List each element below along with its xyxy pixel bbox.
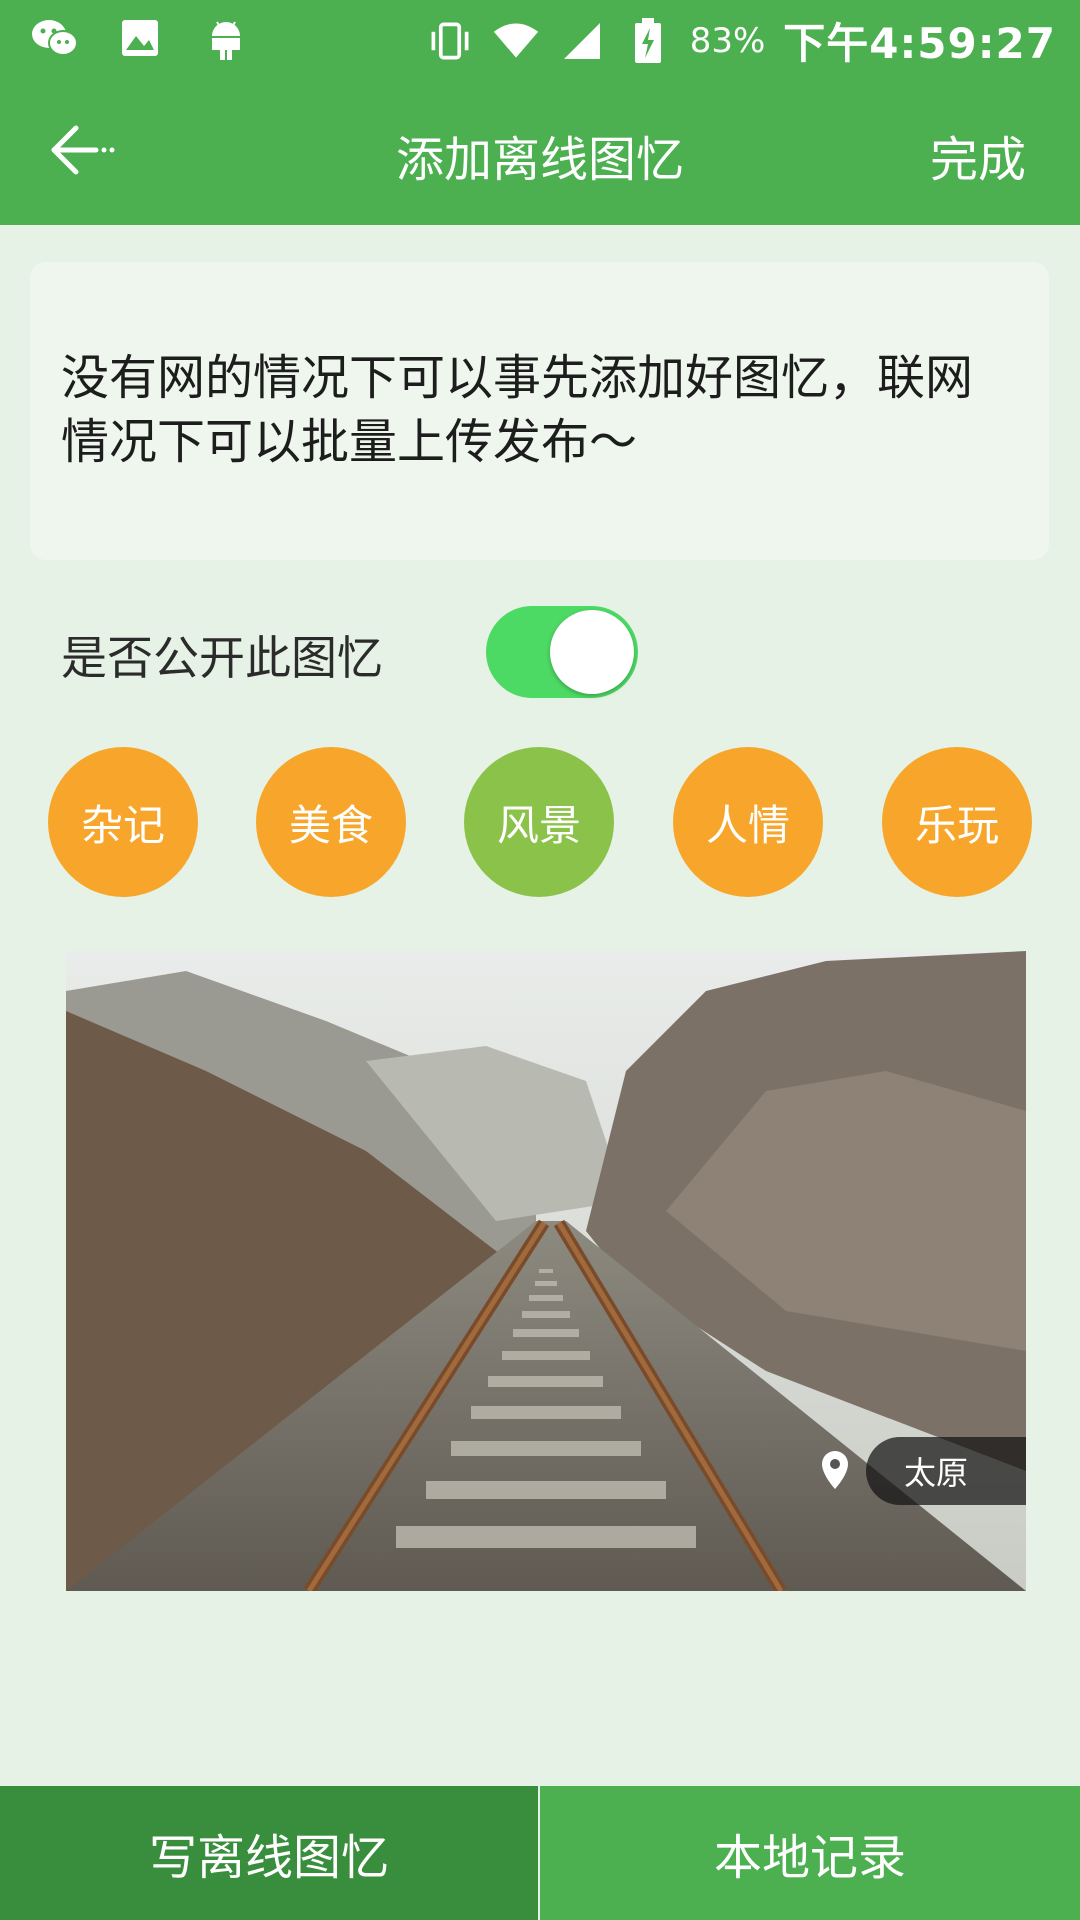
note-text: 没有网的情况下可以事先添加好图忆，联网情况下可以批量上传发布～	[61, 350, 974, 470]
tab-local-records[interactable]: 本地记录	[540, 1786, 1080, 1920]
wifi-icon	[492, 17, 540, 65]
category-zaji[interactable]: 杂记	[48, 747, 198, 897]
public-toggle-label: 是否公开此图忆	[61, 631, 383, 685]
location-text: 太原	[904, 1454, 969, 1492]
memory-photo[interactable]: 太原	[66, 951, 1026, 1591]
note-input[interactable]: 没有网的情况下可以事先添加好图忆，联网情况下可以批量上传发布～	[30, 262, 1049, 560]
page-title: 添加离线图忆	[395, 132, 684, 188]
category-meishi[interactable]: 美食	[256, 747, 406, 897]
category-lewan[interactable]: 乐玩	[882, 747, 1032, 897]
notification-icons	[30, 14, 250, 62]
signal-icon	[558, 17, 606, 65]
category-renqing[interactable]: 人情	[673, 747, 823, 897]
wechat-icon	[30, 14, 78, 62]
system-status: 83% 下午4:59:27	[426, 10, 1056, 71]
category-fengjing[interactable]: 风景	[464, 747, 614, 897]
vibrate-icon	[426, 17, 474, 65]
status-bar: 83% 下午4:59:27	[0, 0, 1080, 75]
location-pin-icon	[822, 1451, 848, 1489]
app-bar: 添加离线图忆 完成	[0, 75, 1080, 225]
android-icon	[202, 14, 250, 62]
clock: 下午4:59:27	[783, 19, 1056, 68]
tab-write-offline[interactable]: 写离线图忆	[0, 1786, 538, 1920]
battery-charging-icon	[624, 17, 672, 65]
image-icon	[116, 14, 164, 62]
toggle-knob	[550, 610, 634, 694]
battery-percentage: 83%	[689, 20, 766, 61]
done-button[interactable]: 完成	[930, 120, 1026, 190]
public-toggle[interactable]	[486, 606, 638, 698]
location-tag[interactable]: 太原	[822, 1437, 1026, 1505]
